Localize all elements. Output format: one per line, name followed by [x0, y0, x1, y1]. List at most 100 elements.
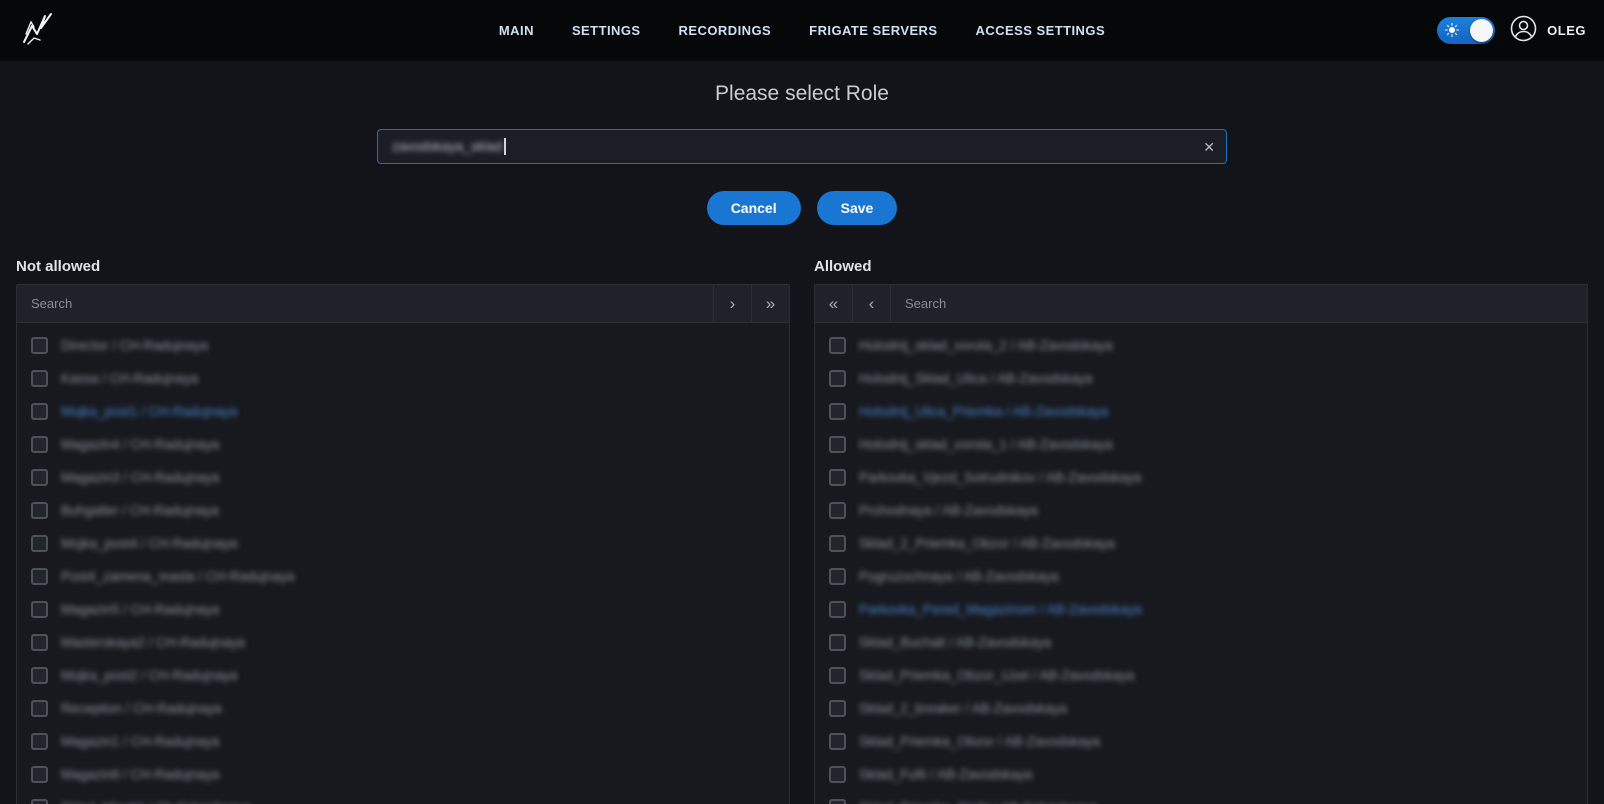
- item-checkbox[interactable]: [829, 799, 846, 804]
- camera-label: Magazin5 / CH-Radujnaya: [61, 602, 219, 617]
- nav-link[interactable]: SETTINGS: [572, 23, 641, 38]
- camera-label: Parkovka_Vjezd_Sotrudnikov / AB-Zavodska…: [859, 470, 1141, 485]
- camera-label: Prohodnaya / AB-Zavodskaya: [859, 503, 1038, 518]
- nav-link[interactable]: FRIGATE SERVERS: [809, 23, 937, 38]
- camera-label: Mojka_post2 / CH-Radujnaya: [61, 668, 237, 683]
- list-item[interactable]: Magazin8 / CH-Radujnaya: [17, 758, 789, 791]
- camera-label: Sklad_Buchalt / AB-Zavodskaya: [859, 635, 1051, 650]
- nav-link[interactable]: MAIN: [499, 23, 534, 38]
- item-checkbox[interactable]: [31, 568, 48, 585]
- list-item[interactable]: Sklad_Fufti / AB-Zavodskaya: [815, 758, 1587, 791]
- item-checkbox[interactable]: [829, 502, 846, 519]
- item-checkbox[interactable]: [829, 568, 846, 585]
- camera-label: Sklad_Priemka_Obzor / AB-Zavodskaya: [859, 734, 1100, 749]
- list-item[interactable]: Director / CH-Radujnaya: [17, 329, 789, 362]
- item-checkbox[interactable]: [829, 700, 846, 717]
- list-item[interactable]: Holodnij_Sklad_Ulica / AB-Zavodskaya: [815, 362, 1587, 395]
- list-item[interactable]: Prohodnaya / AB-Zavodskaya: [815, 494, 1587, 527]
- camera-label: Reception / CH-Radujnaya: [61, 701, 222, 716]
- move-selected-left-icon[interactable]: ‹: [853, 285, 891, 322]
- item-checkbox[interactable]: [31, 403, 48, 420]
- item-checkbox[interactable]: [31, 667, 48, 684]
- item-checkbox[interactable]: [31, 733, 48, 750]
- list-item[interactable]: Sklad_2_Priemka_Obzor / AB-Zavodskaya: [815, 527, 1587, 560]
- item-checkbox[interactable]: [31, 535, 48, 552]
- list-item[interactable]: Sklad_Priemka_Stojki / AB-Fabrichnaya: [815, 791, 1587, 804]
- list-item[interactable]: Pogruzochnaya / AB-Zavodskaya: [815, 560, 1587, 593]
- list-item[interactable]: Holodnij_Ulica_Priemka / AB-Zavodskaya: [815, 395, 1587, 428]
- list-item[interactable]: Magazin3 / CH-Radujnaya: [17, 461, 789, 494]
- frigate-logo-icon: [18, 8, 58, 53]
- list-item[interactable]: Magazin1 / CH-Radujnaya: [17, 725, 789, 758]
- list-item[interactable]: Parkovka_Pered_Magazinom / AB-Zavodskaya: [815, 593, 1587, 626]
- camera-label: Holodnij_sklad_vorota_2 / AB-Zavodskaya: [859, 338, 1113, 353]
- list-item[interactable]: Parkovka_Vjezd_Sotrudnikov / AB-Zavodska…: [815, 461, 1587, 494]
- user-menu[interactable]: OLEG: [1510, 15, 1586, 47]
- list-item[interactable]: Holodnij_sklad_vorota_1 / AB-Zavodskaya: [815, 428, 1587, 461]
- item-checkbox[interactable]: [829, 436, 846, 453]
- camera-label: Sklad_Priemka_Obzor_Uzel / AB-Zavodskaya: [859, 668, 1134, 683]
- not-allowed-panel: › » Director / CH-Radujnaya Kassa / CH-R…: [16, 284, 790, 804]
- move-all-left-icon[interactable]: «: [815, 285, 853, 322]
- main-nav: MAIN SETTINGS RECORDINGS FRIGATE SERVERS…: [238, 23, 1366, 38]
- list-item[interactable]: Sklad_Priemka_Obzor_Uzel / AB-Zavodskaya: [815, 659, 1587, 692]
- list-item[interactable]: Holodnij_sklad_vorota_2 / AB-Zavodskaya: [815, 329, 1587, 362]
- item-checkbox[interactable]: [31, 337, 48, 354]
- move-all-right-icon[interactable]: »: [751, 285, 789, 322]
- camera-label: Holodnij_sklad_vorota_1 / AB-Zavodskaya: [859, 437, 1113, 452]
- item-checkbox[interactable]: [829, 601, 846, 618]
- list-item[interactable]: Sklad_Buchalt / AB-Zavodskaya: [815, 626, 1587, 659]
- list-item[interactable]: Magazin5 / CH-Radujnaya: [17, 593, 789, 626]
- list-item[interactable]: Mojka_post4 / CH-Radujnaya: [17, 527, 789, 560]
- list-item[interactable]: Masterskaya2 / CH-Radujnaya: [17, 626, 789, 659]
- list-item[interactable]: Post4_zamena_masla / CH-Radujnaya: [17, 560, 789, 593]
- item-checkbox[interactable]: [31, 469, 48, 486]
- list-item[interactable]: Mojka_post1 / CH-Radujnaya: [17, 395, 789, 428]
- item-checkbox[interactable]: [829, 469, 846, 486]
- list-item[interactable]: Reception / CH-Radujnaya: [17, 692, 789, 725]
- item-checkbox[interactable]: [31, 766, 48, 783]
- list-item[interactable]: Kassa / CH-Radujnaya: [17, 362, 789, 395]
- item-checkbox[interactable]: [829, 766, 846, 783]
- user-avatar-icon: [1510, 15, 1537, 47]
- item-checkbox[interactable]: [31, 502, 48, 519]
- item-checkbox[interactable]: [31, 799, 48, 804]
- camera-label: Sklad_2_Priemka_Obzor / AB-Zavodskaya: [859, 536, 1115, 551]
- item-checkbox[interactable]: [829, 535, 846, 552]
- camera-label: Post4_zamena_masla / CH-Radujnaya: [61, 569, 294, 584]
- item-checkbox[interactable]: [829, 733, 846, 750]
- nav-link[interactable]: ACCESS SETTINGS: [976, 23, 1106, 38]
- item-checkbox[interactable]: [829, 337, 846, 354]
- camera-label: Mojka_post4 / CH-Radujnaya: [61, 536, 237, 551]
- list-item[interactable]: Magazin4 / CH-Radujnaya: [17, 428, 789, 461]
- item-checkbox[interactable]: [829, 634, 846, 651]
- item-checkbox[interactable]: [31, 436, 48, 453]
- list-item[interactable]: Sklad_Priemka_Obzor / AB-Zavodskaya: [815, 725, 1587, 758]
- role-name-input[interactable]: zavodskaya_sklad ✕: [377, 129, 1227, 164]
- item-checkbox[interactable]: [829, 370, 846, 387]
- list-item[interactable]: Sklad_Mjagkij / Ch-Fabrichnaya: [17, 791, 789, 804]
- nav-link[interactable]: RECORDINGS: [679, 23, 772, 38]
- item-checkbox[interactable]: [31, 634, 48, 651]
- item-checkbox[interactable]: [31, 370, 48, 387]
- list-item[interactable]: Buhgalter / CH-Radujnaya: [17, 494, 789, 527]
- move-selected-right-icon[interactable]: ›: [713, 285, 751, 322]
- camera-label: Magazin1 / CH-Radujnaya: [61, 734, 219, 749]
- list-item[interactable]: Sklad_2_breaker / AB-Zavodskaya: [815, 692, 1587, 725]
- item-checkbox[interactable]: [829, 403, 846, 420]
- list-item[interactable]: Mojka_post2 / CH-Radujnaya: [17, 659, 789, 692]
- text-caret: [504, 138, 506, 155]
- camera-label: Kassa / CH-Radujnaya: [61, 371, 198, 386]
- camera-label: Magazin8 / CH-Radujnaya: [61, 767, 219, 782]
- item-checkbox[interactable]: [31, 700, 48, 717]
- cancel-button[interactable]: Cancel: [707, 191, 801, 225]
- item-checkbox[interactable]: [829, 667, 846, 684]
- not-allowed-search-input[interactable]: [17, 285, 713, 322]
- top-navbar: MAIN SETTINGS RECORDINGS FRIGATE SERVERS…: [0, 0, 1604, 61]
- allowed-search-input[interactable]: [891, 285, 1587, 322]
- camera-label: Parkovka_Pered_Magazinom / AB-Zavodskaya: [859, 602, 1142, 617]
- theme-toggle[interactable]: [1437, 17, 1495, 44]
- clear-input-icon[interactable]: ✕: [1203, 140, 1215, 154]
- item-checkbox[interactable]: [31, 601, 48, 618]
- save-button[interactable]: Save: [817, 191, 898, 225]
